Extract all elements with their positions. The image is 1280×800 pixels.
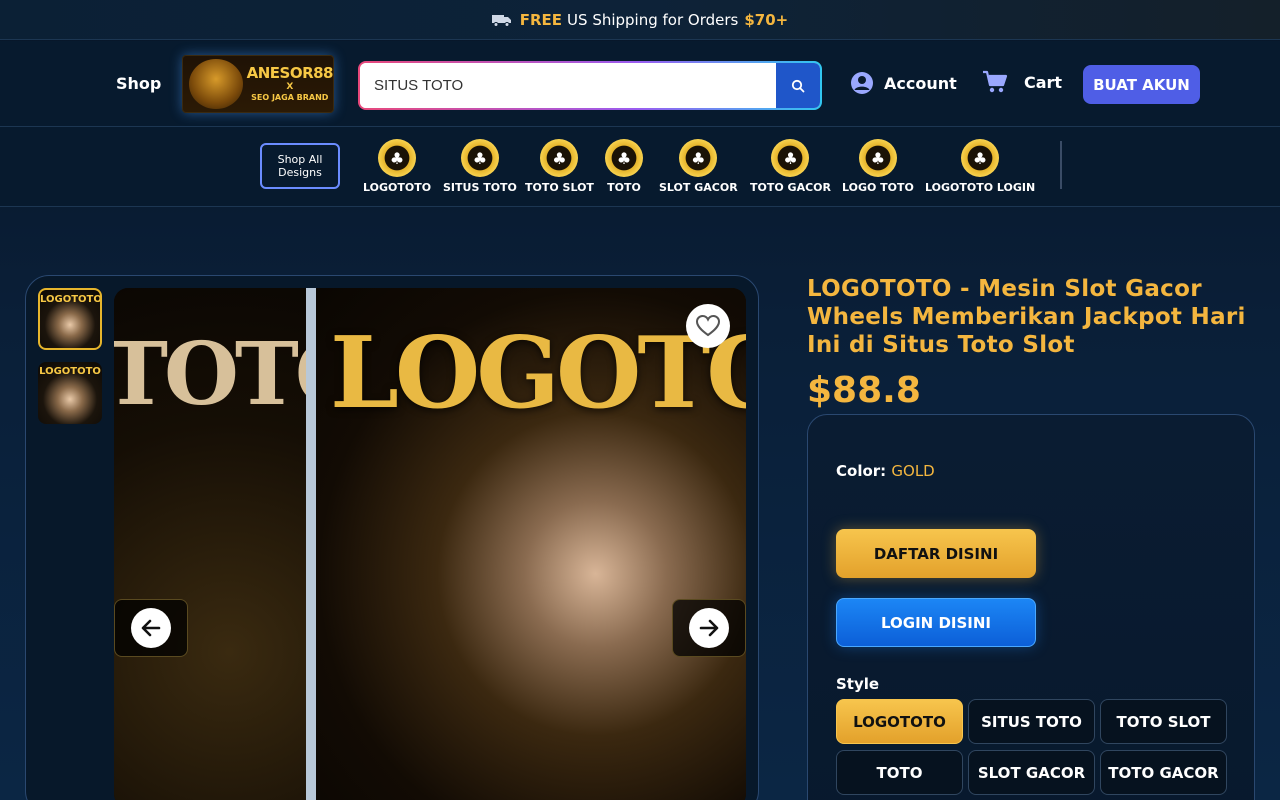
category-toto[interactable]: ♣ TOTO: [605, 139, 643, 194]
category-label: LOGO TOTO: [842, 181, 914, 194]
club-coin-icon: ♣: [460, 139, 499, 177]
thumbnail-text: LOGOTOTO: [39, 366, 101, 377]
cart-label: Cart: [1024, 72, 1063, 92]
brand-logo[interactable]: ANESOR88 X SEO JAGA BRAND: [182, 55, 334, 113]
category-label: TOTO SLOT: [525, 181, 594, 194]
next-image-button[interactable]: [672, 599, 746, 657]
image-slide-current: LOGOTO: [316, 288, 746, 800]
category-label: LOGOTOTO: [363, 181, 432, 194]
favorite-button[interactable]: [686, 304, 730, 348]
category-label: TOTO: [607, 181, 641, 194]
search-bar: [358, 61, 822, 110]
site-header: Shop ANESOR88 X SEO JAGA BRAND Account: [0, 41, 1280, 127]
club-coin-icon: ♣: [540, 139, 579, 177]
search-input[interactable]: [360, 63, 776, 108]
cart-icon: [983, 70, 1008, 93]
style-option-toto[interactable]: TOTO: [836, 750, 963, 795]
shop-link[interactable]: Shop: [116, 74, 161, 93]
category-toto-gacor[interactable]: ♣ TOTO GACOR: [750, 139, 831, 194]
club-coin-icon: ♣: [605, 139, 643, 177]
slide-word: LOGOTO: [330, 316, 746, 431]
color-value: GOLD: [891, 462, 935, 480]
style-option-toto-gacor[interactable]: TOTO GACOR: [1100, 750, 1227, 795]
heart-icon: [695, 314, 721, 337]
slide-gap: [306, 288, 316, 800]
category-slot-gacor[interactable]: ♣ SLOT GACOR: [659, 139, 738, 194]
style-label: Style: [836, 675, 880, 693]
category-label: TOTO GACOR: [750, 181, 831, 194]
search-icon: [791, 79, 805, 92]
category-label: LOGOTOTO LOGIN: [925, 181, 1036, 194]
logo-x: X: [286, 82, 294, 92]
style-option-logototo[interactable]: LOGOTOTO: [836, 699, 963, 744]
login-button[interactable]: LOGIN DISINI: [836, 598, 1036, 647]
shipping-banner: FREE US Shipping for Orders $70+: [0, 0, 1280, 40]
club-coin-icon: ♣: [858, 139, 897, 177]
shipping-text: US Shipping for Orders: [567, 10, 739, 29]
club-coin-icon: ♣: [961, 139, 1000, 177]
logo-title: ANESOR88: [246, 64, 334, 82]
product-title: LOGOTOTO - Mesin Slot Gacor Wheels Membe…: [807, 276, 1246, 358]
free-label: FREE: [519, 10, 563, 29]
category-logototo[interactable]: ♣ LOGOTOTO: [363, 139, 431, 194]
color-selector: Color: GOLD: [836, 462, 935, 480]
product-main-image: TOTO LOGOTO: [114, 288, 746, 800]
gorilla-logo-icon: [189, 59, 243, 109]
club-coin-icon: ♣: [378, 139, 417, 177]
arrow-right-icon: [699, 619, 719, 637]
color-label: Color:: [836, 462, 887, 480]
category-label: SLOT GACOR: [659, 181, 738, 194]
shop-all-designs-button[interactable]: Shop All Designs: [260, 143, 340, 189]
gallery-thumbnail[interactable]: LOGOTOTO: [38, 362, 102, 424]
style-option-slot-gacor[interactable]: SLOT GACOR: [968, 750, 1095, 795]
category-nav: Shop All Designs ♣ LOGOTOTO ♣ SITUS TOTO…: [0, 127, 1280, 207]
club-coin-icon: ♣: [771, 139, 810, 177]
category-toto-slot[interactable]: ♣ TOTO SLOT: [525, 139, 594, 194]
club-coin-icon: ♣: [679, 139, 718, 177]
category-situs-toto[interactable]: ♣ SITUS TOTO: [443, 139, 517, 194]
nav-divider: [1060, 141, 1062, 189]
create-account-button[interactable]: BUAT AKUN: [1083, 65, 1200, 104]
category-logototo-login[interactable]: ♣ LOGOTOTO LOGIN: [925, 139, 1035, 194]
register-button[interactable]: DAFTAR DISINI: [836, 529, 1036, 578]
search-button[interactable]: [776, 63, 820, 108]
style-option-situs-toto[interactable]: SITUS TOTO: [968, 699, 1095, 744]
logo-subtitle: SEO JAGA BRAND: [251, 93, 329, 102]
category-label: SITUS TOTO: [443, 181, 517, 194]
image-slide-previous: TOTO: [114, 288, 370, 800]
product-price: $88.8: [807, 370, 921, 411]
gallery-thumbnail[interactable]: LOGOTOTO: [38, 288, 102, 350]
truck-icon: [491, 14, 511, 27]
style-option-toto-slot[interactable]: TOTO SLOT: [1100, 699, 1227, 744]
account-label: Account: [884, 73, 957, 93]
category-logo-toto[interactable]: ♣ LOGO TOTO: [842, 139, 914, 194]
arrow-left-icon: [141, 619, 161, 637]
user-icon: [851, 72, 873, 94]
previous-image-button[interactable]: [114, 599, 188, 657]
account-link[interactable]: Account: [850, 71, 957, 95]
thumbnail-text: LOGOTOTO: [40, 294, 102, 305]
shipping-amount: $70+: [744, 10, 789, 29]
cart-link[interactable]: Cart: [982, 70, 1062, 94]
